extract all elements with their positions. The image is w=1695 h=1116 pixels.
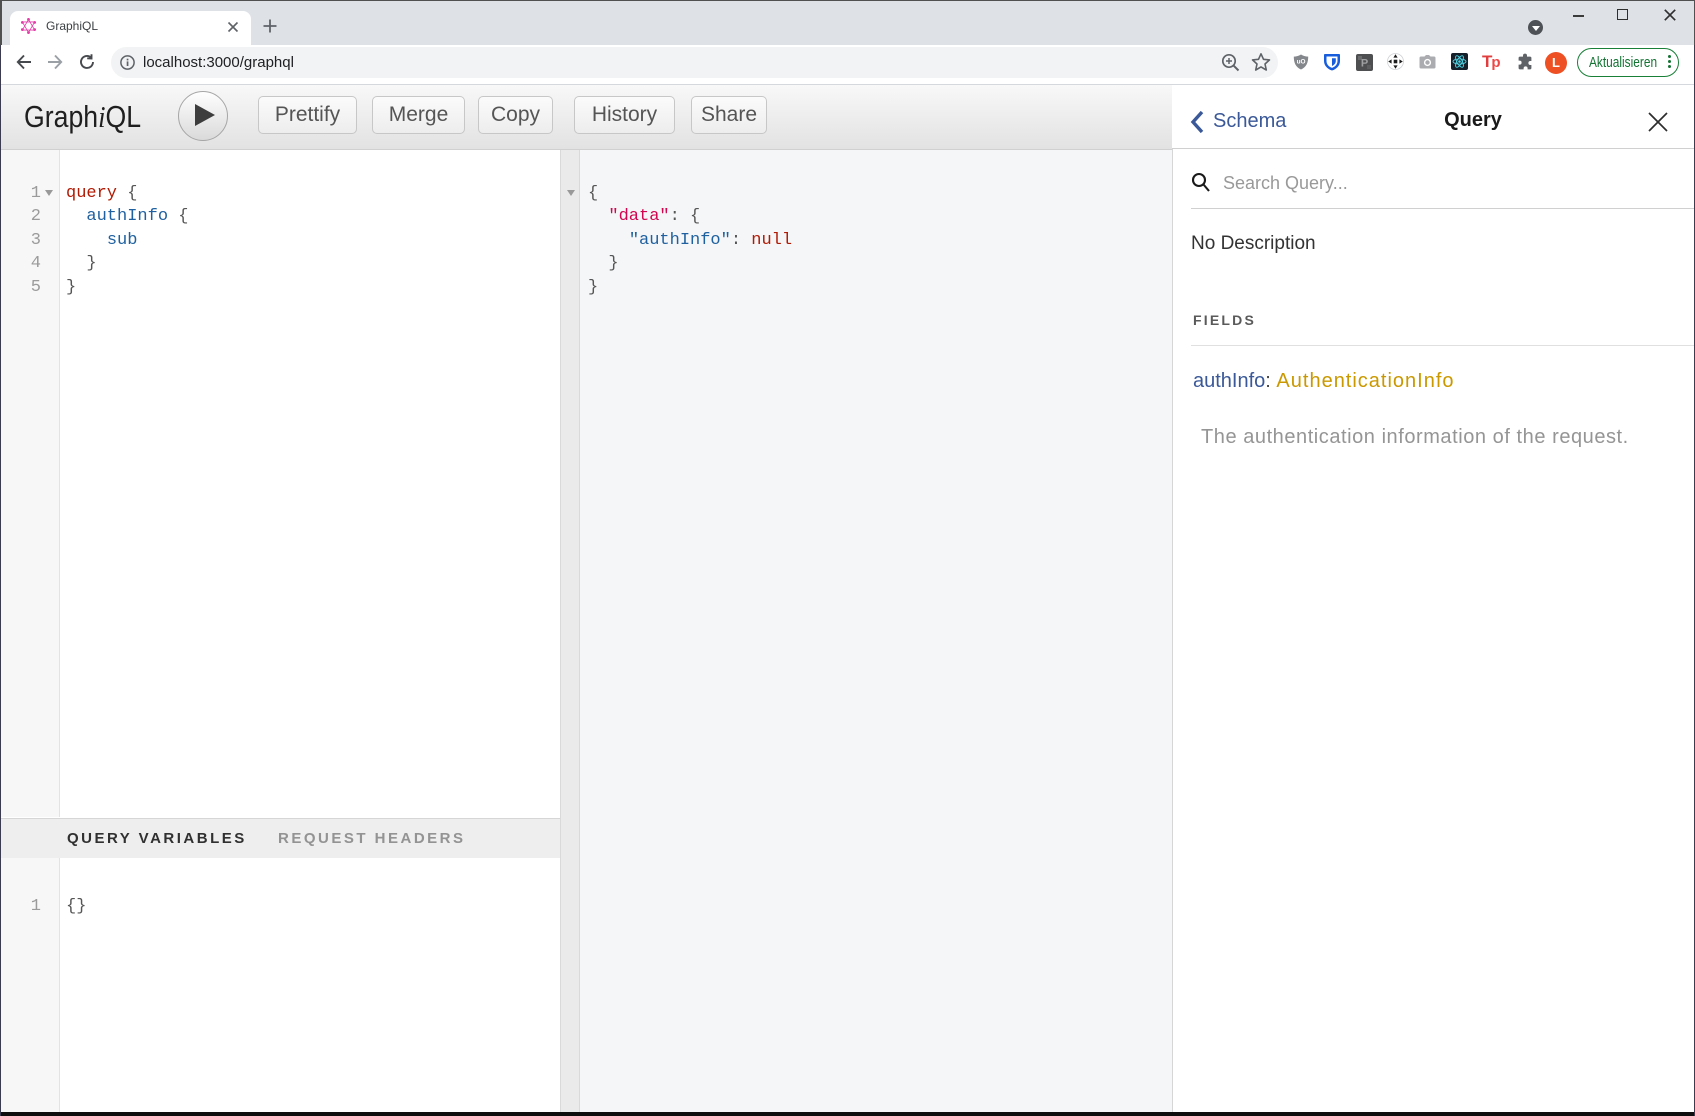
svg-text:P: P bbox=[1361, 58, 1368, 70]
svg-text:uO: uO bbox=[1297, 59, 1306, 66]
